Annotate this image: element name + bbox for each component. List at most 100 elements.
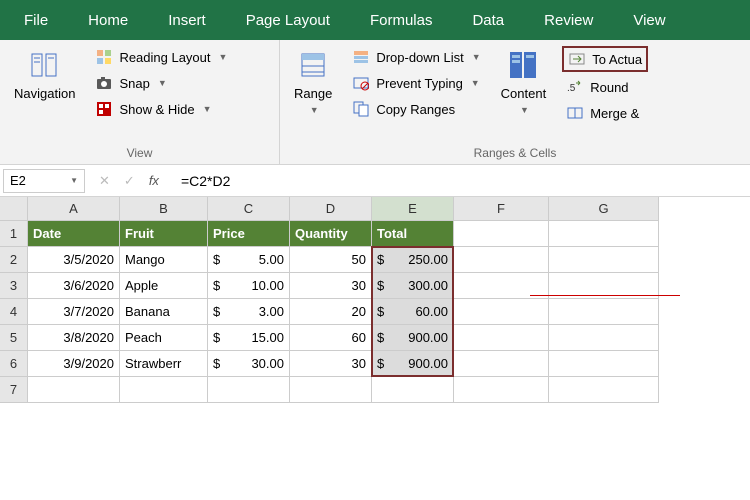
cell[interactable]: 50 — [290, 247, 372, 273]
navigation-button[interactable]: Navigation — [8, 46, 81, 103]
cancel-icon[interactable]: ✕ — [99, 173, 110, 189]
cell[interactable] — [120, 377, 208, 403]
cell[interactable]: Apple — [120, 273, 208, 299]
cell[interactable]: 3/5/2020 — [28, 247, 120, 273]
menu-view[interactable]: View — [613, 2, 685, 39]
cell[interactable]: 3/6/2020 — [28, 273, 120, 299]
chevron-down-icon: ▼ — [471, 78, 480, 88]
name-box[interactable]: E2 ▼ — [3, 169, 85, 193]
col-header[interactable]: C — [208, 197, 290, 221]
cell[interactable]: Fruit — [120, 221, 208, 247]
cell[interactable]: $60.00 — [372, 299, 454, 325]
cell[interactable] — [290, 377, 372, 403]
prevent-typing-button[interactable]: Prevent Typing▼ — [348, 72, 484, 94]
dropdown-list-label: Drop-down List — [376, 50, 463, 65]
cell[interactable] — [28, 377, 120, 403]
chevron-down-icon: ▼ — [310, 105, 319, 115]
cell[interactable]: Total — [372, 221, 454, 247]
cell[interactable] — [454, 247, 549, 273]
col-header[interactable]: D — [290, 197, 372, 221]
cell[interactable]: $250.00 — [372, 247, 454, 273]
cell[interactable]: $30.00 — [208, 351, 290, 377]
cell[interactable]: $5.00 — [208, 247, 290, 273]
row-header[interactable]: 1 — [0, 221, 28, 247]
cell[interactable]: $900.00 — [372, 351, 454, 377]
cell[interactable] — [372, 377, 454, 403]
dropdown-list-button[interactable]: Drop-down List▼ — [348, 46, 484, 68]
col-header[interactable]: G — [549, 197, 659, 221]
cell[interactable] — [549, 221, 659, 247]
cell[interactable] — [549, 299, 659, 325]
col-header[interactable]: A — [28, 197, 120, 221]
content-button[interactable]: Content ▼ — [495, 46, 553, 117]
cell[interactable] — [454, 377, 549, 403]
round-button[interactable]: .5 Round — [562, 76, 648, 98]
round-icon: .5 — [566, 78, 584, 96]
snap-button[interactable]: Snap▼ — [91, 72, 231, 94]
svg-text:.5: .5 — [567, 83, 576, 94]
cell[interactable]: $15.00 — [208, 325, 290, 351]
row-header[interactable]: 6 — [0, 351, 28, 377]
chevron-down-icon[interactable]: ▼ — [70, 176, 78, 185]
menu-insert[interactable]: Insert — [148, 2, 226, 39]
cell[interactable]: $900.00 — [372, 325, 454, 351]
cell[interactable]: Mango — [120, 247, 208, 273]
name-box-value: E2 — [10, 173, 26, 188]
menu-page-layout[interactable]: Page Layout — [226, 2, 350, 39]
to-actual-button[interactable]: To Actua — [562, 46, 648, 72]
cell[interactable] — [549, 351, 659, 377]
cell[interactable]: $10.00 — [208, 273, 290, 299]
enter-icon[interactable]: ✓ — [124, 173, 135, 189]
cell[interactable]: Date — [28, 221, 120, 247]
cell[interactable]: Strawberr — [120, 351, 208, 377]
menu-review[interactable]: Review — [524, 2, 613, 39]
show-hide-button[interactable]: Show & Hide▼ — [91, 98, 231, 120]
cell[interactable]: 20 — [290, 299, 372, 325]
cell[interactable] — [454, 299, 549, 325]
cell[interactable]: 30 — [290, 273, 372, 299]
merge-button[interactable]: Merge & — [562, 102, 648, 124]
cell[interactable] — [549, 247, 659, 273]
row-header[interactable]: 5 — [0, 325, 28, 351]
menu-formulas[interactable]: Formulas — [350, 2, 453, 39]
formula-bar: E2 ▼ ✕ ✓ fx =C2*D2 — [0, 165, 750, 197]
select-all-corner[interactable] — [0, 197, 28, 221]
cell[interactable] — [208, 377, 290, 403]
formula-input[interactable]: =C2*D2 — [173, 173, 750, 189]
menu-file[interactable]: File — [4, 2, 68, 39]
to-actual-icon — [568, 50, 586, 68]
cell[interactable]: 3/8/2020 — [28, 325, 120, 351]
cell[interactable] — [454, 221, 549, 247]
cell[interactable]: Peach — [120, 325, 208, 351]
fx-icon[interactable]: fx — [149, 173, 159, 188]
annotation-line — [530, 295, 680, 296]
menu-data[interactable]: Data — [452, 2, 524, 39]
range-button[interactable]: Range ▼ — [288, 46, 338, 117]
copy-ranges-button[interactable]: Copy Ranges — [348, 98, 484, 120]
cell[interactable]: Quantity — [290, 221, 372, 247]
cell[interactable]: 3/9/2020 — [28, 351, 120, 377]
show-hide-icon — [95, 100, 113, 118]
navigation-label: Navigation — [14, 86, 75, 101]
cell[interactable] — [549, 377, 659, 403]
cell[interactable]: 60 — [290, 325, 372, 351]
col-header[interactable]: F — [454, 197, 549, 221]
cell[interactable]: Banana — [120, 299, 208, 325]
cell[interactable]: Price — [208, 221, 290, 247]
cell[interactable]: 30 — [290, 351, 372, 377]
row-header[interactable]: 4 — [0, 299, 28, 325]
cell[interactable] — [549, 325, 659, 351]
row-header[interactable]: 3 — [0, 273, 28, 299]
menu-home[interactable]: Home — [68, 2, 148, 39]
row-header[interactable]: 2 — [0, 247, 28, 273]
cell[interactable] — [454, 325, 549, 351]
col-header[interactable]: E — [372, 197, 454, 221]
content-icon — [506, 48, 540, 82]
cell[interactable] — [454, 351, 549, 377]
reading-layout-button[interactable]: Reading Layout▼ — [91, 46, 231, 68]
cell[interactable]: 3/7/2020 — [28, 299, 120, 325]
col-header[interactable]: B — [120, 197, 208, 221]
cell[interactable]: $300.00 — [372, 273, 454, 299]
cell[interactable]: $3.00 — [208, 299, 290, 325]
row-header[interactable]: 7 — [0, 377, 28, 403]
